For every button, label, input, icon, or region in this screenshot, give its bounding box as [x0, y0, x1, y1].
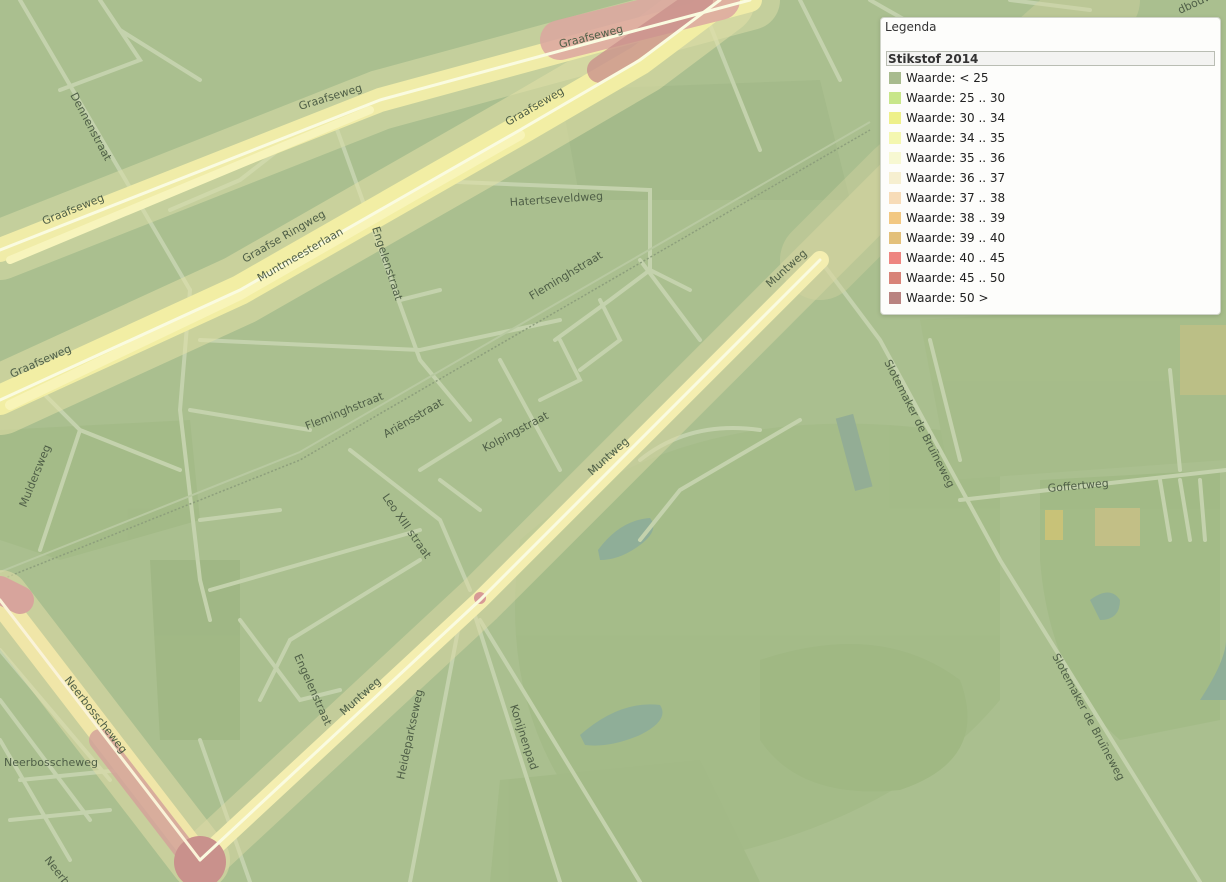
layer-title: Stikstof 2014	[886, 51, 1215, 66]
legend-label: Waarde: 37 .. 38	[906, 191, 1006, 205]
legend-label: Waarde: 35 .. 36	[906, 151, 1006, 165]
legend-label: Waarde: 45 .. 50	[906, 271, 1006, 285]
legend-label: Waarde: < 25	[906, 71, 989, 85]
legend-swatch	[889, 112, 901, 124]
legend-swatch	[889, 172, 901, 184]
legend-label: Waarde: 50 >	[906, 291, 989, 305]
street-label: Neerbosscheweg	[4, 756, 98, 769]
legend-item: Waarde: 37 .. 38	[889, 188, 1005, 208]
legend-item: Waarde: 40 .. 45	[889, 248, 1005, 268]
legend-item: Waarde: < 25	[889, 68, 1005, 88]
legend-swatch	[889, 92, 901, 104]
legend-label: Waarde: 39 .. 40	[906, 231, 1006, 245]
legend-item: Waarde: 38 .. 39	[889, 208, 1005, 228]
legend-item: Waarde: 30 .. 34	[889, 108, 1005, 128]
legend-title: Legenda	[885, 20, 937, 34]
legend-item: Waarde: 25 .. 30	[889, 88, 1005, 108]
legend-label: Waarde: 34 .. 35	[906, 131, 1006, 145]
legend-swatch	[889, 252, 901, 264]
legend-item: Waarde: 35 .. 36	[889, 148, 1005, 168]
legend-item: Waarde: 39 .. 40	[889, 228, 1005, 248]
legend-swatch	[889, 152, 901, 164]
legend-item: Waarde: 45 .. 50	[889, 268, 1005, 288]
legend-swatch	[889, 212, 901, 224]
legend-label: Waarde: 36 .. 37	[906, 171, 1006, 185]
legend-swatch	[889, 292, 901, 304]
legend-swatch	[889, 192, 901, 204]
legend-list: Waarde: < 25 Waarde: 25 .. 30 Waarde: 30 .…	[889, 68, 1005, 308]
legend-item: Waarde: 36 .. 37	[889, 168, 1005, 188]
legend-swatch	[889, 232, 901, 244]
legend-swatch	[889, 72, 901, 84]
legend-swatch	[889, 272, 901, 284]
legend-label: Waarde: 30 .. 34	[906, 111, 1006, 125]
legend-label: Waarde: 38 .. 39	[906, 211, 1006, 225]
legend-label: Waarde: 40 .. 45	[906, 251, 1006, 265]
legend-item: Waarde: 50 >	[889, 288, 1005, 308]
legend-panel: Legenda Stikstof 2014 Waarde: < 25 Waarde…	[880, 17, 1221, 315]
legend-label: Waarde: 25 .. 30	[906, 91, 1006, 105]
legend-item: Waarde: 34 .. 35	[889, 128, 1005, 148]
legend-swatch	[889, 132, 901, 144]
